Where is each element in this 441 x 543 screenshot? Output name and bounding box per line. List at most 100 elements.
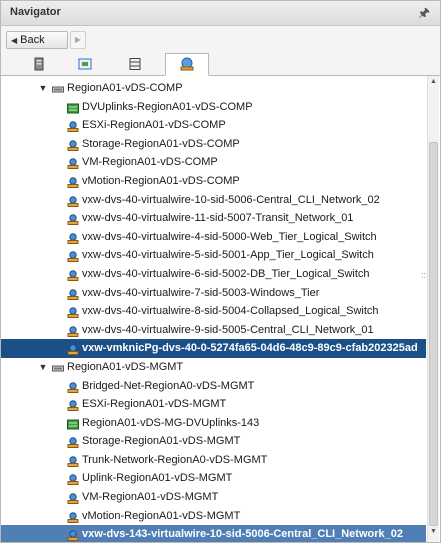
tree-node-label: vxw-dvs-40-virtualwire-4-sid-5000-Web_Ti… [82,230,377,243]
scroll-thumb[interactable] [429,142,438,526]
forward-button[interactable]: ▶ [70,31,86,49]
uplink-group-icon [67,103,79,114]
node-icon-wrapper [67,418,79,430]
tree-node-label: DVUplinks-RegionA01-vDS-COMP [82,100,253,113]
tree-node-label: RegionA01-vDS-COMP [67,82,183,94]
tree-node-label: ESXi-RegionA01-vDS-MGMT [82,398,227,411]
tree-scrollbar[interactable]: ▲ ▼ [427,76,439,542]
navigator-header: Navigator 🖈 [1,1,440,26]
node-icon-wrapper [67,120,79,133]
tree-node-label: Trunk-Network-RegionA0-vDS-MGMT [82,453,268,466]
node-icon-wrapper [67,288,79,300]
node-icon-wrapper [67,455,79,467]
panel-title: Navigator [10,6,61,18]
port-group-icon [67,233,79,244]
tree-node-label: VM-RegionA01-vDS-COMP [82,156,218,169]
tree-node-label: Storage-RegionA01-vDS-COMP [82,137,240,150]
tab-storage[interactable] [113,54,157,75]
tree-node-switch[interactable]: ▼ RegionA01-vDS-COMP [1,79,426,98]
distributed-switch-icon [52,365,64,372]
node-icon-wrapper [67,306,79,319]
uplink-group-icon [67,419,79,430]
node-icon-wrapper [67,325,79,337]
hosts-icon [34,57,44,71]
back-label: Back [20,34,45,46]
node-icon-wrapper [67,529,79,542]
tree-node[interactable]: Storage-RegionA01-vDS-MGMT [1,432,426,451]
tree-node[interactable]: ESXi-RegionA01-vDS-MGMT [1,395,426,414]
vms-icon [78,58,92,70]
tree-node-label: vxw-dvs-143-virtualwire-10-sid-5006-Cent… [82,528,403,541]
tree-node[interactable]: vxw-dvs-40-virtualwire-5-sid-5001-App_Ti… [1,246,426,265]
node-icon-wrapper [67,511,79,523]
node-icon-wrapper [67,436,79,449]
port-group-icon [67,344,79,356]
tree-node[interactable]: Storage-RegionA01-vDS-COMP [1,135,426,154]
port-group-icon [67,474,79,486]
tree-node[interactable]: VM-RegionA01-vDS-COMP [1,153,426,172]
node-icon-wrapper [67,195,79,207]
tree-node[interactable]: vxw-dvs-40-virtualwire-11-sid-5007-Trans… [1,209,426,228]
pin-icon[interactable]: 🖈 [418,4,430,26]
tree-node-label: VM-RegionA01-vDS-MGMT [82,491,219,504]
port-group-icon [67,530,79,542]
expand-toggle-icon[interactable]: ▼ [38,358,48,377]
tree-node[interactable]: DVUplinks-RegionA01-vDS-COMP [1,98,426,117]
distributed-switch-icon [52,86,64,93]
tree-node[interactable]: vxw-dvs-40-virtualwire-10-sid-5006-Centr… [1,191,426,210]
tree-node[interactable]: RegionA01-vDS-MG-DVUplinks-143 [1,414,426,433]
network-tree[interactable]: ▼ RegionA01-vDS-COMP DVUplinks-RegionA01-v… [1,76,440,542]
tree-node[interactable]: Uplink-RegionA01-vDS-MGMT [1,469,426,488]
tree-node-label: Uplink-RegionA01-vDS-MGMT [82,472,233,485]
tree-node-label: vxw-dvs-40-virtualwire-5-sid-5001-App_Ti… [82,249,374,262]
tab-hosts-clusters[interactable] [17,54,61,75]
port-group-icon [67,214,79,226]
node-icon-wrapper [67,492,79,505]
expand-toggle-icon[interactable]: ▼ [38,79,48,98]
node-icon-wrapper [67,232,79,244]
port-group-icon [67,251,79,263]
tree-node[interactable]: vMotion-RegionA01-vDS-COMP [1,172,426,191]
scroll-down-button[interactable]: ▼ [429,528,438,540]
tree-node[interactable]: VM-RegionA01-vDS-MGMT [1,488,426,507]
scroll-up-button[interactable]: ▲ [429,78,438,90]
node-icon-wrapper [67,343,79,356]
port-group-icon [67,511,79,523]
tree-node[interactable]: vxw-vmknicPg-dvs-40-0-5274fa65-04d6-48c9… [1,339,426,358]
tree-node-label: RegionA01-vDS-MGMT [67,360,184,373]
tree-node-label: vMotion-RegionA01-vDS-MGMT [82,509,241,522]
port-group-icon [67,493,79,505]
tree-node[interactable]: ESXi-RegionA01-vDS-COMP [1,116,426,135]
port-group-icon [67,381,79,393]
port-group-icon [67,456,79,467]
tree-node-label: vxw-dvs-40-virtualwire-11-sid-5007-Trans… [82,212,354,225]
port-group-icon [67,158,79,170]
tree-node-switch[interactable]: ▼ RegionA01-vDS-MGMT [1,358,426,377]
tab-vms-templates[interactable] [63,54,107,75]
tree-node[interactable]: Bridged-Net-RegionA0-vDS-MGMT [1,377,426,396]
port-group-icon [67,400,79,412]
port-group-icon [67,270,79,281]
tree-node-label: vxw-dvs-40-virtualwire-7-sid-5003-Window… [82,286,320,299]
tree-node[interactable]: vxw-dvs-143-virtualwire-10-sid-5006-Cent… [1,525,426,542]
tree-node[interactable]: vxw-dvs-40-virtualwire-8-sid-5004-Collap… [1,302,426,321]
node-icon-wrapper [52,83,64,94]
port-group-icon [67,307,79,319]
port-group-icon [67,288,79,300]
tree-node[interactable]: vxw-dvs-40-virtualwire-4-sid-5000-Web_Ti… [1,228,426,247]
node-icon-wrapper [67,157,79,170]
tab-networking[interactable] [165,53,209,76]
back-button[interactable]: ◀ Back [6,31,68,49]
tree-node-label: vxw-dvs-40-virtualwire-6-sid-5002-DB_Tie… [82,267,370,280]
tree-node[interactable]: vxw-dvs-40-virtualwire-9-sid-5005-Centra… [1,321,426,340]
node-icon-wrapper [67,176,79,188]
tree-node-label: vxw-dvs-40-virtualwire-8-sid-5004-Collap… [82,305,379,318]
node-icon-wrapper [52,362,64,373]
tree-node[interactable]: vxw-dvs-40-virtualwire-7-sid-5003-Window… [1,284,426,303]
tree-node-label: vxw-dvs-40-virtualwire-9-sid-5005-Centra… [82,323,374,336]
navigator-panel: Navigator 🖈 ◀ Back ▶ ▼ RegionA01-vDS-COM… [0,0,441,543]
resize-grip-icon[interactable]: :: [421,271,426,280]
tree-node[interactable]: Trunk-Network-RegionA0-vDS-MGMT [1,451,426,470]
tree-node[interactable]: vMotion-RegionA01-vDS-MGMT [1,507,426,526]
tree-node[interactable]: vxw-dvs-40-virtualwire-6-sid-5002-DB_Tie… [1,265,426,284]
